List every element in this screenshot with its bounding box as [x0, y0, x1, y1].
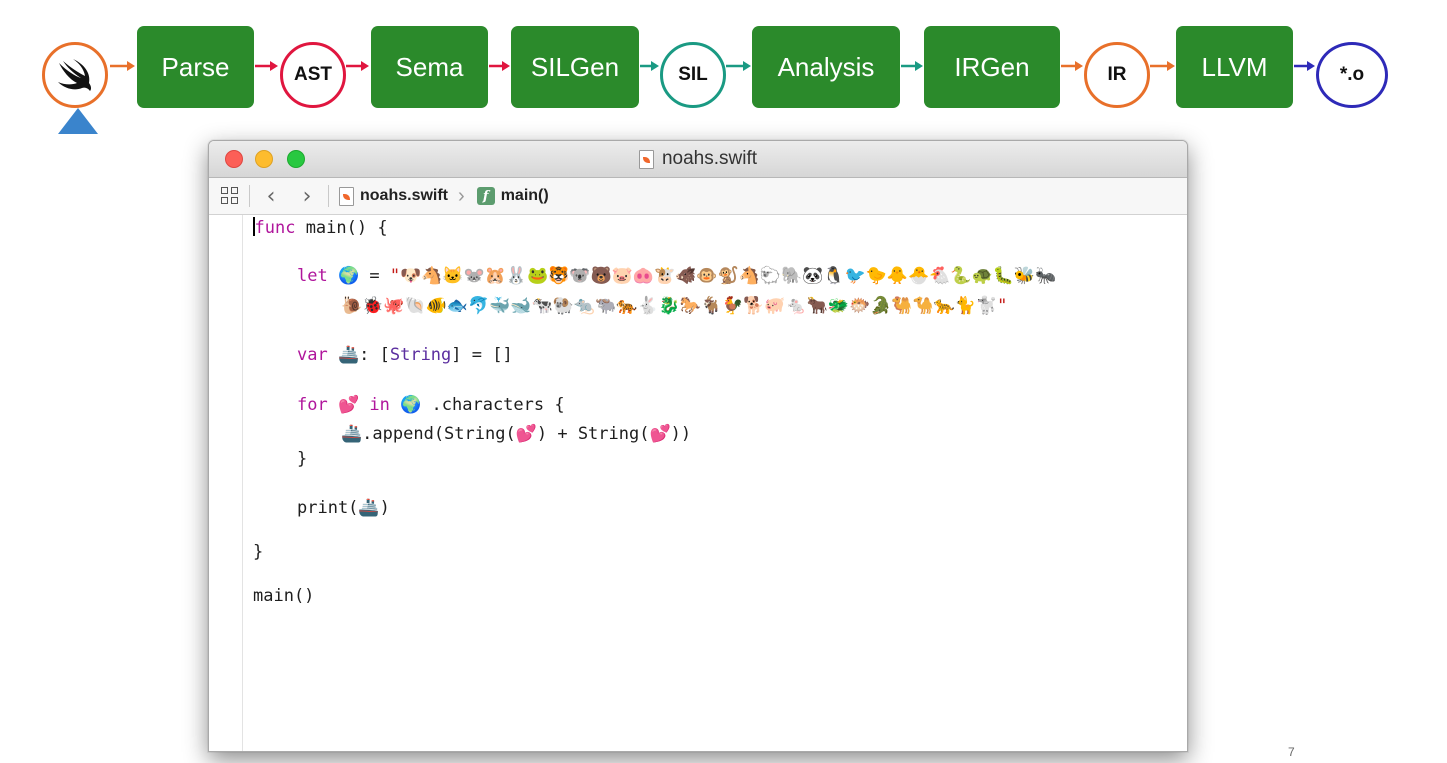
- code-line: print(🚢): [297, 498, 390, 518]
- swift-logo-icon: [58, 59, 91, 91]
- code-line: }: [253, 542, 264, 562]
- arrow-icon: [640, 61, 659, 71]
- code-line: let 🌍 = "🐶🐴🐱🐭🐹🐰🐸🐯🐨🐻🐷🐽🐮🐗🐵🐒🐴🐑🐘🐼🐧🐦🐤🐥🐣🐔🐍🐢🐛🐝🐜: [297, 266, 1057, 286]
- breadcrumb: noahs.swift › f main(): [339, 185, 549, 208]
- function-icon: f: [476, 187, 495, 205]
- code-line: var 🚢: [String] = []: [297, 345, 513, 365]
- code-line: 🚢.append(String(💕) + String(💕)): [341, 424, 692, 444]
- stage-parse: Parse: [137, 26, 254, 108]
- code-editor[interactable]: func main() { let 🌍 = "🐶🐴🐱🐭🐹🐰🐸🐯🐨🐻🐷🐽🐮🐗🐵🐒🐴…: [253, 215, 1187, 751]
- stage-irgen: IRGen: [924, 26, 1060, 108]
- back-button[interactable]: ‹: [260, 184, 282, 209]
- divider: [249, 185, 250, 207]
- code-line: for 💕 in 🌍 .characters {: [297, 395, 565, 415]
- arrow-icon: [489, 61, 510, 71]
- line-gutter: [209, 215, 243, 751]
- arrow-icon: [726, 61, 751, 71]
- arrow-icon: [110, 61, 135, 71]
- related-items-icon[interactable]: [221, 187, 239, 205]
- code-line: }: [297, 449, 308, 469]
- slide-page-number: 7: [1288, 745, 1295, 759]
- window-title: noahs.swift: [661, 148, 758, 169]
- arrow-icon: [1150, 61, 1175, 71]
- window-title-group: noahs.swift: [209, 141, 1187, 177]
- swift-logo-node: [42, 42, 108, 108]
- arrow-icon: [1294, 61, 1315, 71]
- stage-ast: AST: [280, 42, 346, 108]
- title-bar[interactable]: noahs.swift: [209, 141, 1187, 178]
- stage-analysis: Analysis: [752, 26, 900, 108]
- stage-object-file: *.o: [1316, 42, 1388, 108]
- arrow-icon: [346, 61, 369, 71]
- stage-silgen: SILGen: [511, 26, 639, 108]
- stage-sema: Sema: [371, 26, 488, 108]
- arrow-icon: [1061, 61, 1083, 71]
- swift-file-icon: [638, 149, 654, 169]
- code-line: func main() {: [253, 217, 388, 238]
- arrow-icon: [255, 61, 278, 71]
- current-stage-pointer: [58, 108, 98, 134]
- forward-button[interactable]: ›: [296, 184, 318, 209]
- chevron-right-icon: ›: [458, 184, 465, 207]
- code-line: main(): [253, 586, 315, 606]
- breadcrumb-file[interactable]: noahs.swift: [360, 187, 448, 205]
- swift-file-icon: [339, 186, 354, 206]
- stage-sil: SIL: [660, 42, 726, 108]
- divider: [328, 185, 329, 207]
- editor-window: noahs.swift ‹ › noahs.swift › f main() f…: [208, 140, 1188, 752]
- stage-ir: IR: [1084, 42, 1150, 108]
- breadcrumb-symbol[interactable]: main(): [501, 187, 549, 205]
- jump-bar: ‹ › noahs.swift › f main(): [209, 178, 1187, 215]
- compiler-pipeline: Parse AST Sema SILGen SIL Analysis IRGen…: [0, 0, 1447, 134]
- code-line: 🐌🐞🐙🐚🐠🐟🐬🐳🐋🐄🐏🐀🐃🐅🐇🐉🐎🐐🐓🐕🐖🐁🐂🐲🐡🐊🐫🐪🐆🐈🐩": [341, 296, 1008, 316]
- stage-llvm: LLVM: [1176, 26, 1293, 108]
- arrow-icon: [901, 61, 923, 71]
